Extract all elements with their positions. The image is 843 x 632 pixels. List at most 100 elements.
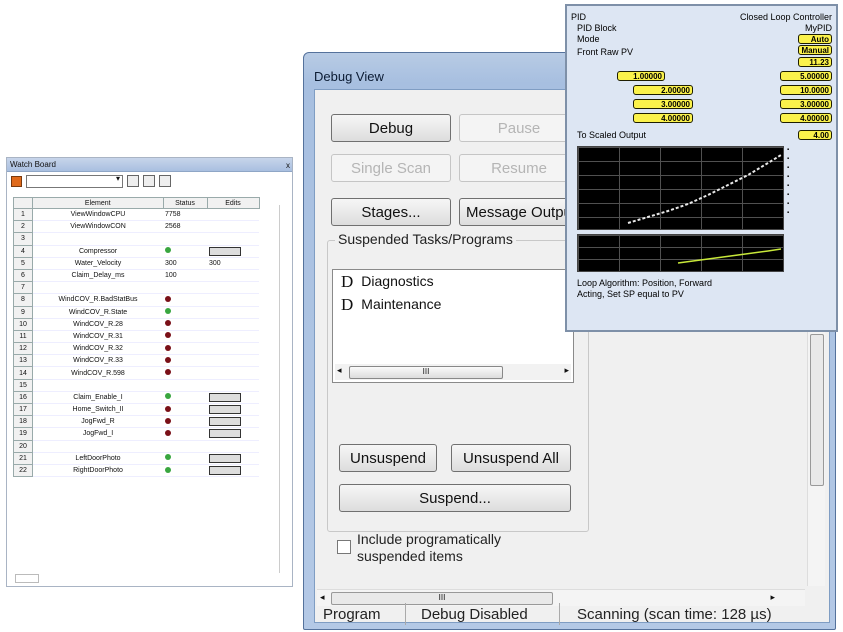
single-scan-button[interactable]: Single Scan <box>331 154 451 182</box>
scroll-left-icon[interactable]: ◂ <box>320 592 325 603</box>
message-output-button[interactable]: Message Output <box>459 198 579 226</box>
watch-close-button[interactable]: x <box>286 159 290 172</box>
edits-column-header[interactable]: Edits <box>206 197 260 209</box>
table-row[interactable]: 21 LeftDoorPhoto <box>13 451 259 465</box>
toggle-control[interactable] <box>209 466 241 476</box>
edits-cell[interactable]: 300 <box>207 257 259 270</box>
resume-button[interactable]: Resume <box>459 154 579 182</box>
table-row[interactable]: 16 Claim_Enable_I <box>13 390 259 405</box>
edits-cell[interactable] <box>207 342 259 356</box>
table-row[interactable]: 6 Claim_Delay_ms 100 <box>13 268 259 283</box>
unsuspend-button[interactable]: Unsuspend <box>339 444 437 472</box>
debug-horizontal-scrollbar[interactable]: ◂ III ▸ <box>317 589 805 606</box>
toggle-control[interactable] <box>209 429 241 439</box>
suspended-tasks-list[interactable]: D Diagnostics D Maintenance ◂ III ▸ <box>332 269 574 383</box>
table-row[interactable]: 7 <box>13 281 259 295</box>
element-cell[interactable]: LeftDoorPhoto <box>32 452 163 465</box>
edits-cell[interactable] <box>207 366 259 380</box>
pid-mode-manual-chip[interactable]: Manual <box>798 45 832 55</box>
stages-button[interactable]: Stages... <box>331 198 451 226</box>
edits-cell[interactable] <box>207 208 259 222</box>
list-item[interactable]: D Maintenance <box>333 293 573 316</box>
list-item[interactable]: D Diagnostics <box>333 270 573 293</box>
table-row[interactable]: 3 <box>13 232 259 246</box>
element-cell[interactable]: Claim_Delay_ms <box>32 269 163 283</box>
table-row[interactable]: 14 WindCOV_R.598 <box>13 366 259 380</box>
watch-toolbar-button-3[interactable] <box>159 175 171 187</box>
toggle-control[interactable] <box>209 246 241 256</box>
element-cell[interactable]: RightDoorPhoto <box>32 464 163 478</box>
element-cell[interactable] <box>32 232 163 246</box>
toggle-control[interactable] <box>209 453 241 463</box>
element-cell[interactable]: WindCOV_R.33 <box>32 354 163 368</box>
debug-vertical-scroll-thumb[interactable] <box>810 334 824 486</box>
edits-cell[interactable] <box>207 440 259 453</box>
table-row[interactable]: 22 RightDoorPhoto <box>13 463 259 478</box>
table-row[interactable]: 17 Home_Switch_II <box>13 402 259 417</box>
watch-toolbar-button-1[interactable] <box>127 175 139 187</box>
edits-cell[interactable] <box>207 403 259 417</box>
edits-cell[interactable] <box>207 306 259 319</box>
list-scroll-thumb[interactable]: III <box>349 366 503 379</box>
table-row[interactable]: 8 WindCOV_R.BadStatBus <box>13 293 259 307</box>
pid-mode-auto-chip[interactable]: Auto <box>798 34 832 44</box>
edits-cell[interactable] <box>207 318 259 331</box>
edits-cell[interactable] <box>207 354 259 368</box>
table-row[interactable]: 11 WindCOV_R.31 <box>13 329 259 344</box>
element-cell[interactable]: JogFwd_R <box>32 415 163 429</box>
element-cell[interactable] <box>32 379 163 392</box>
element-column-header[interactable]: Element <box>32 197 164 209</box>
debug-horizontal-scroll-thumb[interactable]: III <box>331 592 553 605</box>
element-cell[interactable]: Water_Velocity <box>32 257 163 270</box>
scroll-right-icon[interactable]: ▸ <box>564 365 569 376</box>
table-row[interactable]: 9 WindCOV_R.State <box>13 305 259 319</box>
element-cell[interactable]: Claim_Enable_I <box>32 391 163 405</box>
debug-button[interactable]: Debug <box>331 114 451 142</box>
pause-button[interactable]: Pause <box>459 114 579 142</box>
table-row[interactable]: 18 JogFwd_R <box>13 415 259 429</box>
include-programmatic-checkbox[interactable] <box>337 540 351 554</box>
element-cell[interactable]: WindCOV_R.598 <box>32 366 163 380</box>
element-cell[interactable]: JogFwd_I <box>32 427 163 441</box>
edits-cell[interactable] <box>207 330 259 344</box>
edits-cell[interactable] <box>207 232 259 246</box>
list-horizontal-scrollbar[interactable]: ◂ III ▸ <box>335 364 571 380</box>
element-cell[interactable]: Compressor <box>32 245 163 258</box>
edits-cell[interactable] <box>207 281 259 295</box>
element-cell[interactable] <box>32 281 163 295</box>
scroll-right-icon[interactable]: ▸ <box>770 592 775 603</box>
edits-cell[interactable] <box>207 464 259 478</box>
table-row[interactable]: 1 ViewWindowCPU 7758 <box>13 207 259 222</box>
table-row[interactable]: 20 <box>13 439 259 453</box>
element-cell[interactable]: Home_Switch_II <box>32 403 163 417</box>
element-cell[interactable]: WindCOV_R.BadStatBus <box>32 293 163 307</box>
element-cell[interactable]: WindCOV_R.32 <box>32 342 163 356</box>
table-row[interactable]: 2 ViewWindowCON 2568 <box>13 220 259 234</box>
toggle-control[interactable] <box>209 405 241 415</box>
element-cell[interactable]: WindCOV_R.31 <box>32 330 163 344</box>
element-cell[interactable]: ViewWindowCON <box>32 220 163 234</box>
table-row[interactable]: 10 WindCOV_R.28 <box>13 317 259 331</box>
table-row[interactable]: 12 WindCOV_R.32 <box>13 342 259 356</box>
scroll-left-icon[interactable]: ◂ <box>337 365 342 376</box>
element-cell[interactable] <box>32 440 163 453</box>
element-cell[interactable]: ViewWindowCPU <box>32 208 163 222</box>
edits-cell[interactable] <box>207 220 259 234</box>
edits-cell[interactable] <box>207 391 259 405</box>
status-column-header[interactable]: Status <box>162 197 208 209</box>
table-row[interactable]: 15 <box>13 378 259 392</box>
edits-cell[interactable] <box>207 415 259 429</box>
edits-cell[interactable] <box>207 293 259 307</box>
edits-cell[interactable] <box>207 427 259 441</box>
table-row[interactable]: 13 WindCOV_R.33 <box>13 354 259 368</box>
watch-toolbar-button-2[interactable] <box>143 175 155 187</box>
element-cell[interactable]: WindCOV_R.State <box>32 306 163 319</box>
watch-vertical-scrollbar[interactable] <box>279 205 289 573</box>
edits-cell[interactable] <box>207 379 259 392</box>
edits-cell[interactable] <box>207 452 259 465</box>
table-row[interactable]: 5 Water_Velocity 300 300 <box>13 256 259 270</box>
watch-horizontal-scrollbar[interactable] <box>15 574 39 583</box>
table-row[interactable]: 19 JogFwd_I <box>13 427 259 441</box>
element-cell[interactable]: WindCOV_R.28 <box>32 318 163 331</box>
unsuspend-all-button[interactable]: Unsuspend All <box>451 444 571 472</box>
